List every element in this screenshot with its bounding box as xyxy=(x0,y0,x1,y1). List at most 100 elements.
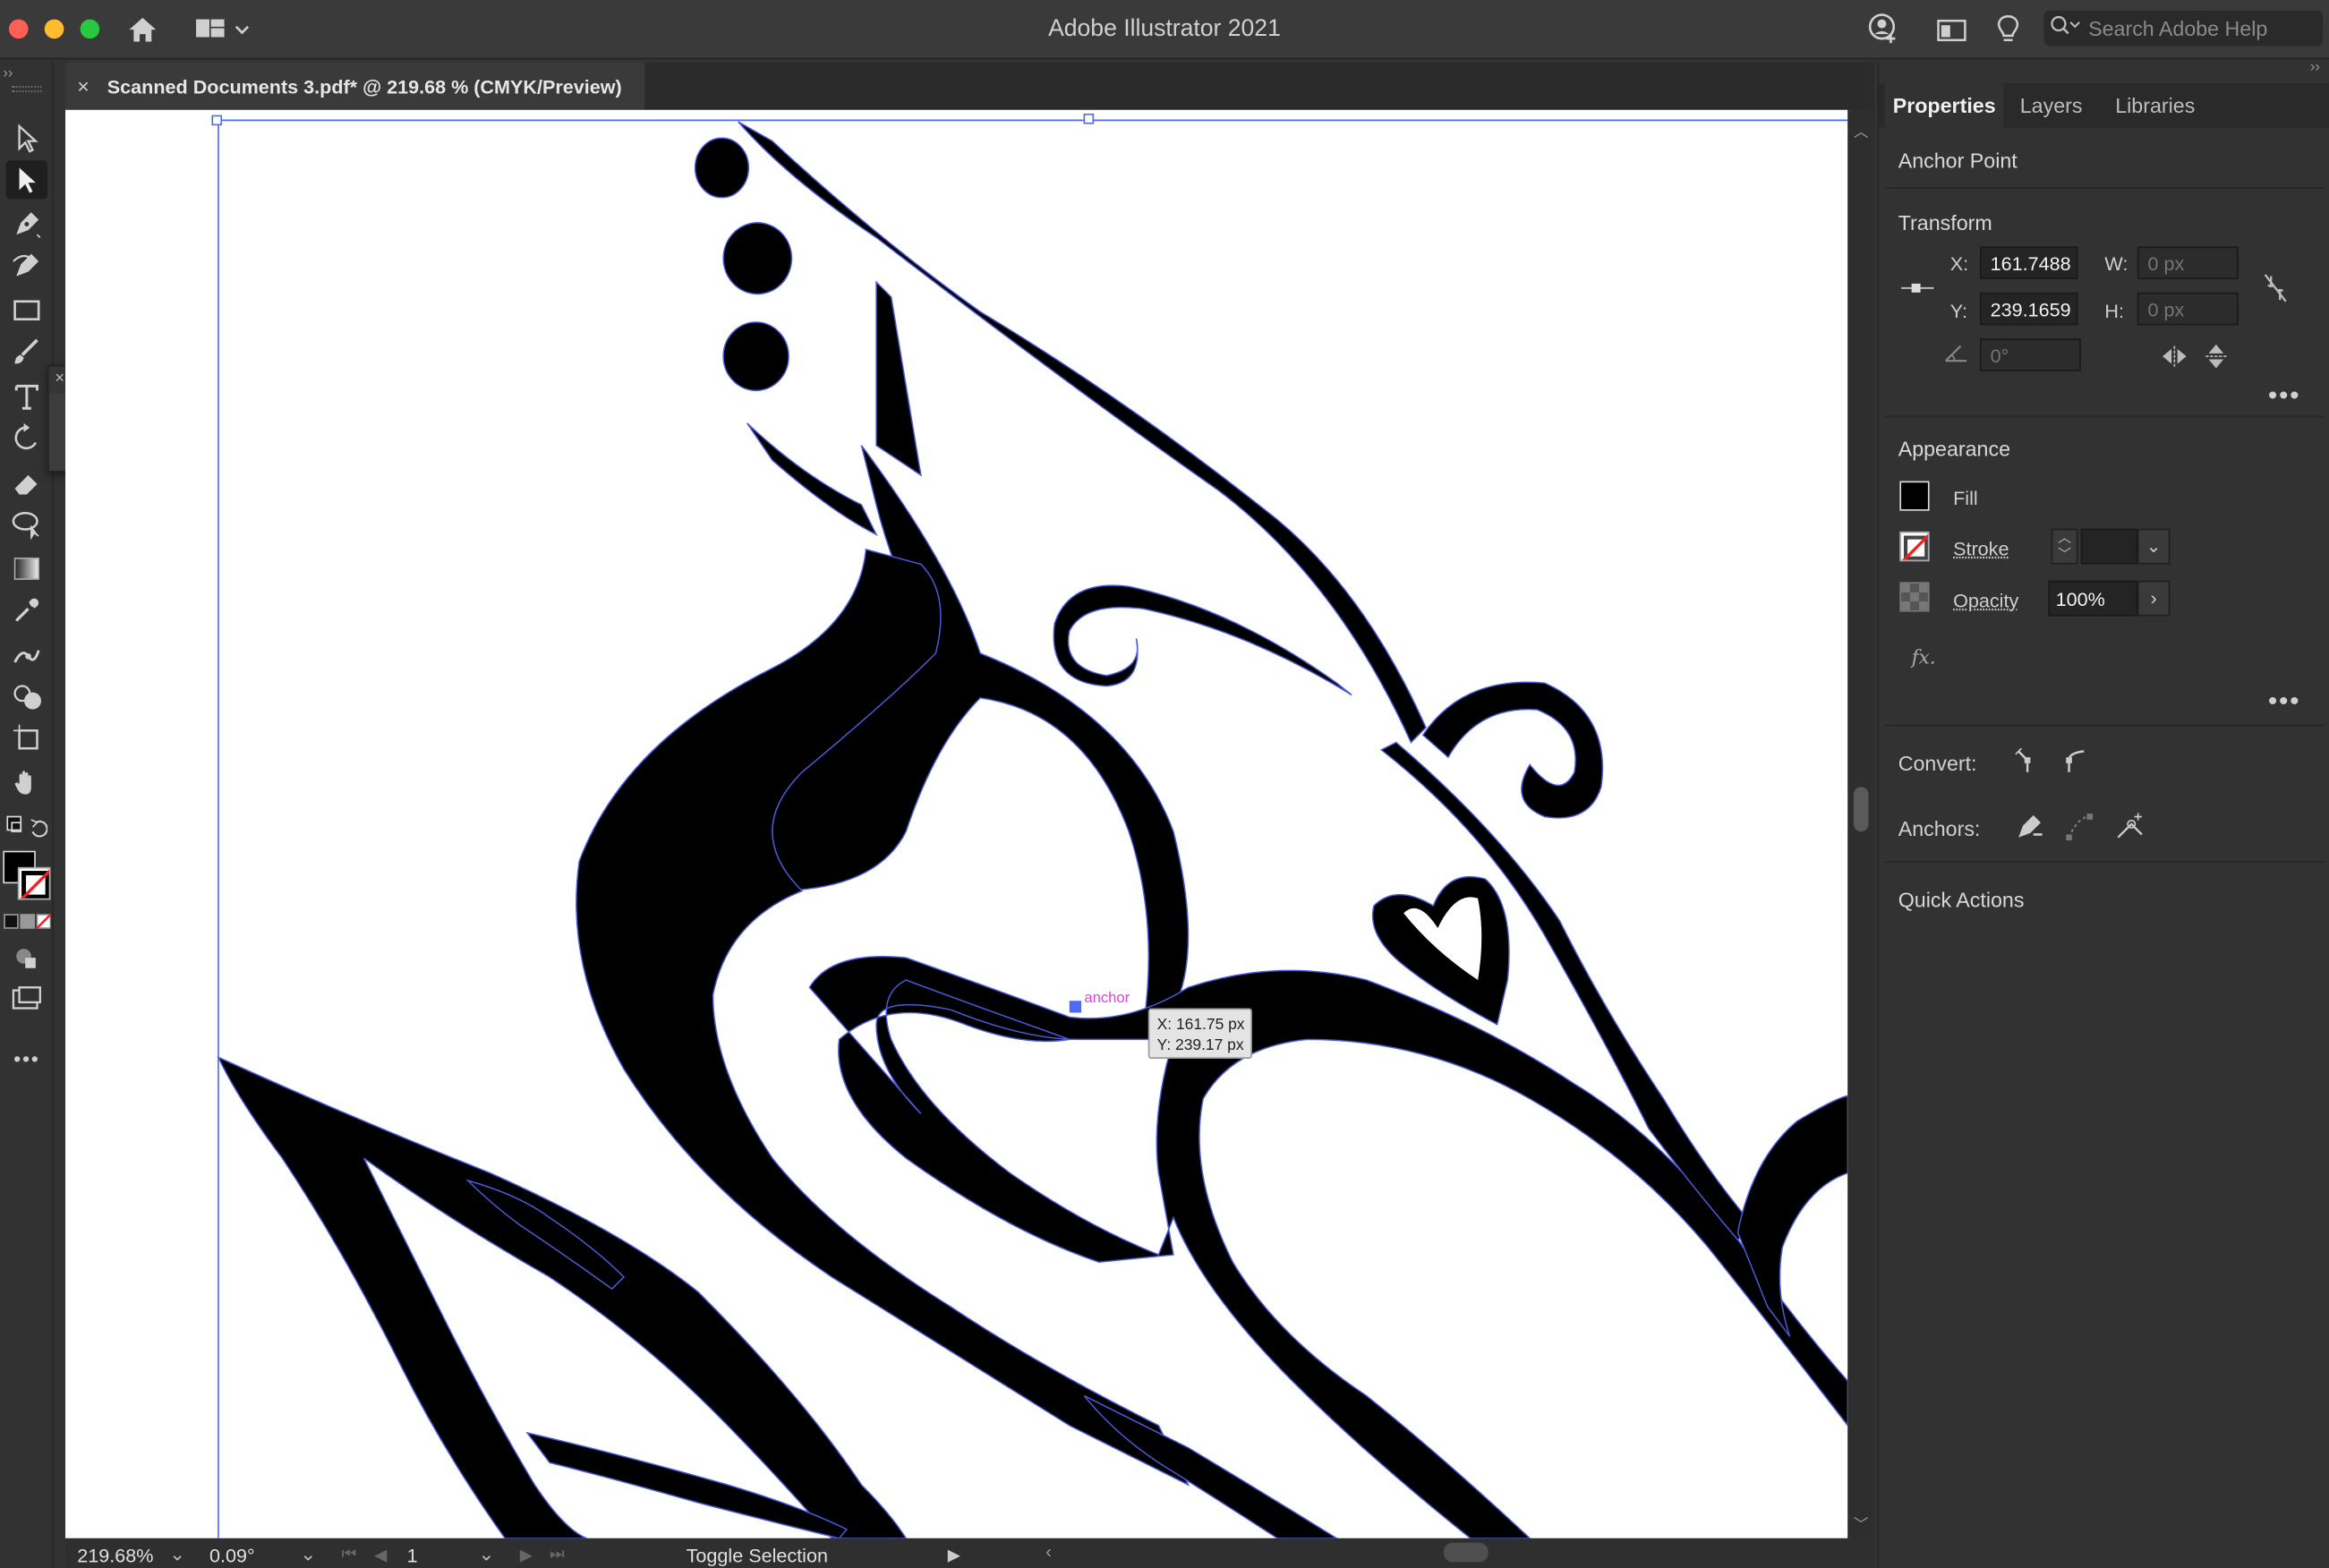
width-input[interactable] xyxy=(2137,246,2239,279)
toolbar-grip[interactable] xyxy=(12,86,42,92)
app-title: Adobe Illustrator 2021 xyxy=(1048,16,1281,42)
fx-effects-button[interactable]: fx. xyxy=(1912,647,1936,669)
vertical-scroll-thumb[interactable] xyxy=(1853,787,1869,832)
isolate-anchor-icon[interactable] xyxy=(2111,808,2149,847)
status-menu-arrow-icon[interactable]: ▶ xyxy=(948,1541,960,1568)
stroke-weight-dropdown-icon[interactable]: ⌄ xyxy=(2137,528,2171,565)
next-artboard-icon[interactable]: ▶ xyxy=(520,1541,533,1568)
minimize-window-button[interactable] xyxy=(44,19,64,39)
tab-properties[interactable]: Properties xyxy=(1884,82,2004,128)
h-label: H: xyxy=(2104,300,2124,323)
selection-tool[interactable] xyxy=(6,119,47,158)
rectangle-tool[interactable] xyxy=(6,291,47,329)
eraser-tool[interactable] xyxy=(6,464,47,502)
close-window-button[interactable] xyxy=(8,19,29,39)
close-document-button[interactable]: × xyxy=(77,74,90,98)
height-input[interactable] xyxy=(2137,292,2239,326)
workspace-switcher-icon[interactable] xyxy=(193,12,252,47)
horizontal-scrollbar[interactable]: ‹ › xyxy=(1045,1541,1907,1565)
artboard-canvas[interactable] xyxy=(65,109,1848,1538)
collapse-panels-icon[interactable]: ›› xyxy=(2310,59,2320,75)
fill-stroke-swatches[interactable] xyxy=(2,849,52,903)
stroke-color-swatch[interactable] xyxy=(1899,531,1930,562)
artboard-number[interactable]: 1 xyxy=(407,1541,466,1568)
search-box[interactable] xyxy=(2043,10,2324,47)
stroke-weight-stepper[interactable]: ︿ ﹀ xyxy=(2051,528,2078,565)
tab-layers[interactable]: Layers xyxy=(2004,83,2099,128)
artboard-dropdown-icon[interactable]: ⌄ xyxy=(478,1541,494,1568)
scroll-left-icon[interactable]: ‹ xyxy=(1045,1541,1052,1562)
reference-point-icon[interactable] xyxy=(1899,273,1935,303)
zoom-level[interactable]: 219.68% xyxy=(77,1541,166,1568)
lightbulb-icon[interactable] xyxy=(1991,12,2026,47)
convert-to-corner-icon[interactable] xyxy=(2009,743,2045,779)
swap-fill-stroke-icon[interactable] xyxy=(6,808,48,847)
stroke-weight-input[interactable] xyxy=(2080,528,2137,565)
scroll-up-icon[interactable]: ︿ xyxy=(1854,119,1869,141)
artwork[interactable] xyxy=(65,110,1848,1538)
tab-libraries[interactable]: Libraries xyxy=(2099,83,2212,128)
status-mode[interactable]: Toggle Selection xyxy=(687,1541,828,1568)
convert-to-smooth-icon[interactable] xyxy=(2057,743,2093,779)
pen-tool[interactable] xyxy=(6,205,47,243)
rotation-value[interactable]: 0.09° xyxy=(209,1541,299,1568)
opacity-label[interactable]: Opacity xyxy=(1953,590,2018,612)
cut-path-anchor-icon[interactable] xyxy=(2060,808,2099,847)
document-title: Scanned Documents 3.pdf* @ 219.68 % (CMY… xyxy=(107,74,622,98)
expand-toolbar-icon[interactable]: ›› xyxy=(3,65,13,81)
stroke-label[interactable]: Stroke xyxy=(1953,538,2009,560)
constrain-proportions-icon[interactable] xyxy=(2259,270,2292,306)
vertical-scrollbar[interactable]: ︿ ﹀ xyxy=(1847,109,1875,1538)
document-tab[interactable]: × Scanned Documents 3.pdf* @ 219.68 % (C… xyxy=(65,62,645,110)
eyedropper-tool[interactable] xyxy=(6,591,47,629)
curvature-tool[interactable] xyxy=(6,246,47,285)
first-artboard-icon[interactable]: ⏮ xyxy=(342,1541,356,1568)
quick-actions-title: Quick Actions xyxy=(1898,888,2025,912)
w-label: W: xyxy=(2104,252,2129,275)
close-flyout-button[interactable]: × xyxy=(55,370,64,388)
opacity-input[interactable]: 100% xyxy=(2048,580,2137,617)
stroke-swatch[interactable] xyxy=(17,866,51,900)
coordinate-tooltip: X: 161.75 px Y: 239.17 px xyxy=(1147,1008,1252,1059)
draw-mode-icon[interactable] xyxy=(6,939,47,977)
home-icon[interactable] xyxy=(124,12,160,47)
gradient-tool[interactable] xyxy=(6,550,47,588)
user-icon[interactable] xyxy=(1865,12,1901,47)
lasso-tool[interactable] xyxy=(6,505,47,543)
direct-selection-tool[interactable] xyxy=(5,160,48,200)
opacity-arrow-icon[interactable]: › xyxy=(2137,580,2171,617)
flip-horizontal-icon[interactable] xyxy=(2158,342,2191,371)
horizontal-scroll-thumb[interactable] xyxy=(1443,1542,1489,1563)
previous-artboard-icon[interactable]: ◀ xyxy=(374,1541,387,1568)
y-position-input[interactable] xyxy=(1979,292,2078,326)
x-position-input[interactable] xyxy=(1979,246,2078,279)
artboard-tool[interactable] xyxy=(6,719,47,757)
last-artboard-icon[interactable]: ⏭ xyxy=(550,1541,564,1568)
flip-vertical-icon[interactable] xyxy=(2200,342,2233,371)
artwork-dot xyxy=(722,321,789,392)
artwork-stroke xyxy=(808,955,1848,1538)
panel-icon[interactable] xyxy=(1934,12,1970,47)
zoom-window-button[interactable] xyxy=(80,19,100,39)
rotate-input[interactable] xyxy=(1979,338,2081,371)
scroll-down-icon[interactable]: ﹀ xyxy=(1854,1512,1869,1534)
zoom-dropdown-icon[interactable]: ⌄ xyxy=(169,1541,185,1568)
edit-toolbar-icon[interactable]: ••• xyxy=(6,1039,47,1078)
more-appearance-options-icon[interactable]: ••• xyxy=(2268,686,2300,718)
rotation-dropdown-icon[interactable]: ⌄ xyxy=(300,1541,316,1568)
hand-tool[interactable] xyxy=(6,763,47,802)
remove-anchor-icon[interactable] xyxy=(2009,808,2048,847)
screen-mode-icon[interactable] xyxy=(6,980,47,1018)
shape-builder-tool[interactable] xyxy=(6,677,47,716)
tools-panel: ›› ••• xyxy=(0,62,54,1568)
puppet-warp-tool[interactable] xyxy=(6,635,47,674)
tooltip-x: X: 161.75 px xyxy=(1156,1015,1245,1034)
paintbrush-tool[interactable] xyxy=(6,333,47,371)
color-mode-buttons[interactable] xyxy=(3,912,52,930)
selected-anchor-point xyxy=(1069,1001,1082,1013)
search-input[interactable] xyxy=(2088,16,2312,40)
rotate-tool[interactable] xyxy=(6,419,47,457)
type-tool[interactable] xyxy=(6,377,47,415)
more-transform-options-icon[interactable]: ••• xyxy=(2268,380,2300,412)
fill-color-swatch[interactable] xyxy=(1899,481,1930,511)
